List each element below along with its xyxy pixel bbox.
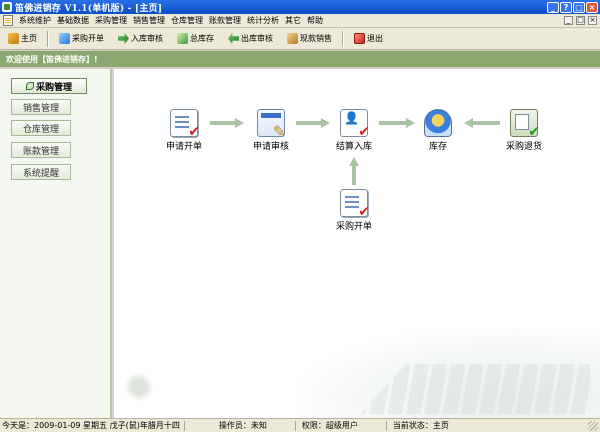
stock-icon — [424, 109, 452, 137]
maximize-button[interactable]: □ — [573, 1, 585, 13]
minimize-button[interactable]: _ — [547, 1, 559, 13]
menu-purchase[interactable]: 采购管理 — [92, 15, 130, 26]
flow-node-request-order[interactable]: 申请开单 — [154, 109, 214, 152]
flow-node-stock[interactable]: 库存 — [408, 109, 468, 152]
nav-item-label: 采购管理 — [35, 82, 72, 93]
nav-item-reminders[interactable]: 系统提醒 — [11, 164, 71, 180]
exit-icon — [354, 33, 365, 44]
toolbar-cash-sale-button[interactable]: 现款销售 — [287, 33, 332, 44]
app-icon[interactable] — [2, 2, 12, 12]
mdi-restore-button[interactable]: □ — [576, 16, 585, 25]
nav-item-label: 系统提醒 — [22, 168, 59, 179]
document-icon[interactable] — [3, 15, 13, 26]
window-title: 笛佛进销存 V1.1(单机版) - [主页] — [15, 3, 163, 14]
review-icon — [257, 109, 286, 140]
flow-arrow-up — [349, 157, 359, 185]
menu-sales[interactable]: 销售管理 — [130, 15, 168, 26]
toolbar-inventory-label: 总库存 — [190, 34, 214, 43]
flow-arrow-right — [379, 118, 415, 128]
toolbar-cash-sale-label: 现款销售 — [300, 34, 332, 43]
toolbar-separator — [47, 30, 49, 47]
flow-arrow-right — [296, 118, 330, 128]
toolbar-inbound-review-button[interactable]: 入库审核 — [118, 33, 163, 44]
purchase-order-icon — [340, 189, 370, 219]
nav-item-label: 销售管理 — [22, 103, 59, 114]
toolbar-home-button[interactable]: 主页 — [8, 33, 37, 44]
flow-node-purchase-order[interactable]: 采购开单 — [324, 189, 384, 232]
leaf-icon — [25, 82, 34, 90]
menu-system-maintenance[interactable]: 系统维护 — [16, 15, 54, 26]
menu-help[interactable]: 帮助 — [304, 15, 326, 26]
status-operator: 操作员：未知 — [218, 421, 267, 430]
status-bar: 今天是：2009-01-09 星期五 戊子(鼠)年腊月十四 操作员：未知 权限：… — [0, 418, 600, 432]
flow-arrow-right — [210, 118, 244, 128]
menu-bar: 系统维护 基础数据 采购管理 销售管理 仓库管理 账款管理 统计分析 其它 帮助… — [0, 14, 600, 28]
flow-node-label: 库存 — [428, 142, 447, 152]
nav-item-purchase[interactable]: 采购管理 — [11, 78, 87, 94]
toolbar-inbound-review-label: 入库审核 — [131, 34, 163, 43]
flow-node-label: 结算入库 — [335, 142, 372, 152]
flower-watermark — [122, 370, 156, 404]
menu-basic-data[interactable]: 基础数据 — [54, 15, 92, 26]
outbound-arrow-icon — [228, 33, 239, 44]
inventory-icon — [177, 33, 188, 44]
request-order-icon — [170, 109, 200, 139]
window-controls: _ ? □ × — [547, 1, 598, 13]
flow-node-settle-inbound[interactable]: 结算入库 — [324, 109, 384, 152]
status-state: 当前状态：主页 — [392, 421, 449, 430]
menu-accounts[interactable]: 账款管理 — [206, 15, 244, 26]
inbound-arrow-icon — [118, 33, 129, 44]
toolbar-exit-button[interactable]: 退出 — [354, 33, 383, 44]
flow-node-label: 申请开单 — [165, 142, 202, 152]
resize-grip[interactable] — [588, 420, 598, 431]
close-button[interactable]: × — [586, 1, 598, 13]
menu-statistics[interactable]: 统计分析 — [244, 15, 282, 26]
toolbar: 主页 采购开单 入库审核 总库存 出库审核 现款销售 退出 — [0, 28, 600, 50]
toolbar-exit-label: 退出 — [367, 34, 383, 43]
nav-item-sales[interactable]: 销售管理 — [11, 99, 71, 115]
flow-node-purchase-return[interactable]: 采购退货 — [494, 109, 554, 152]
nav-item-label: 仓库管理 — [22, 124, 59, 135]
settle-inbound-icon — [340, 109, 370, 139]
flow-node-label: 采购退货 — [505, 142, 542, 152]
mdi-minimize-button[interactable]: _ — [564, 16, 573, 25]
title-bar: 笛佛进销存 V1.1(单机版) - [主页] _ ? □ × — [0, 0, 600, 14]
purchase-return-icon — [510, 109, 540, 139]
flow-node-label: 申请审核 — [252, 142, 289, 152]
toolbar-home-label: 主页 — [21, 34, 37, 43]
mdi-close-button[interactable]: × — [588, 16, 597, 25]
home-icon — [8, 33, 19, 44]
toolbar-separator — [342, 30, 344, 47]
nav-item-accounts[interactable]: 账款管理 — [11, 142, 71, 158]
menu-other[interactable]: 其它 — [282, 15, 304, 26]
left-nav-panel: 采购管理 销售管理 仓库管理 账款管理 系统提醒 — [0, 69, 112, 418]
purchase-order-icon — [59, 33, 70, 44]
toolbar-purchase-order-label: 采购开单 — [72, 34, 104, 43]
cash-sale-icon — [287, 33, 298, 44]
flow-node-label: 采购开单 — [335, 222, 372, 232]
flow-arrow-left — [464, 118, 500, 128]
toolbar-purchase-order-button[interactable]: 采购开单 — [59, 33, 104, 44]
welcome-text: 欢迎使用【笛佛进销存】! — [6, 54, 98, 64]
help-button[interactable]: ? — [560, 1, 572, 13]
welcome-banner: 欢迎使用【笛佛进销存】! — [0, 51, 600, 67]
toolbar-inventory-button[interactable]: 总库存 — [177, 33, 214, 44]
main-content: 申请开单 申请审核 结算入库 库存 采购退货 采购开单 — [114, 69, 600, 418]
nav-item-label: 账款管理 — [22, 146, 59, 157]
status-permission: 权限：超级用户 — [301, 421, 358, 430]
nav-item-warehouse[interactable]: 仓库管理 — [11, 120, 71, 136]
status-date: 今天是：2009-01-09 星期五 戊子(鼠)年腊月十四 — [2, 421, 180, 430]
toolbar-outbound-review-button[interactable]: 出库审核 — [228, 33, 273, 44]
flow-node-review[interactable]: 申请审核 — [241, 109, 301, 152]
mdi-controls: _ □ × — [564, 16, 597, 25]
toolbar-outbound-review-label: 出库审核 — [241, 34, 273, 43]
menu-warehouse[interactable]: 仓库管理 — [168, 15, 206, 26]
